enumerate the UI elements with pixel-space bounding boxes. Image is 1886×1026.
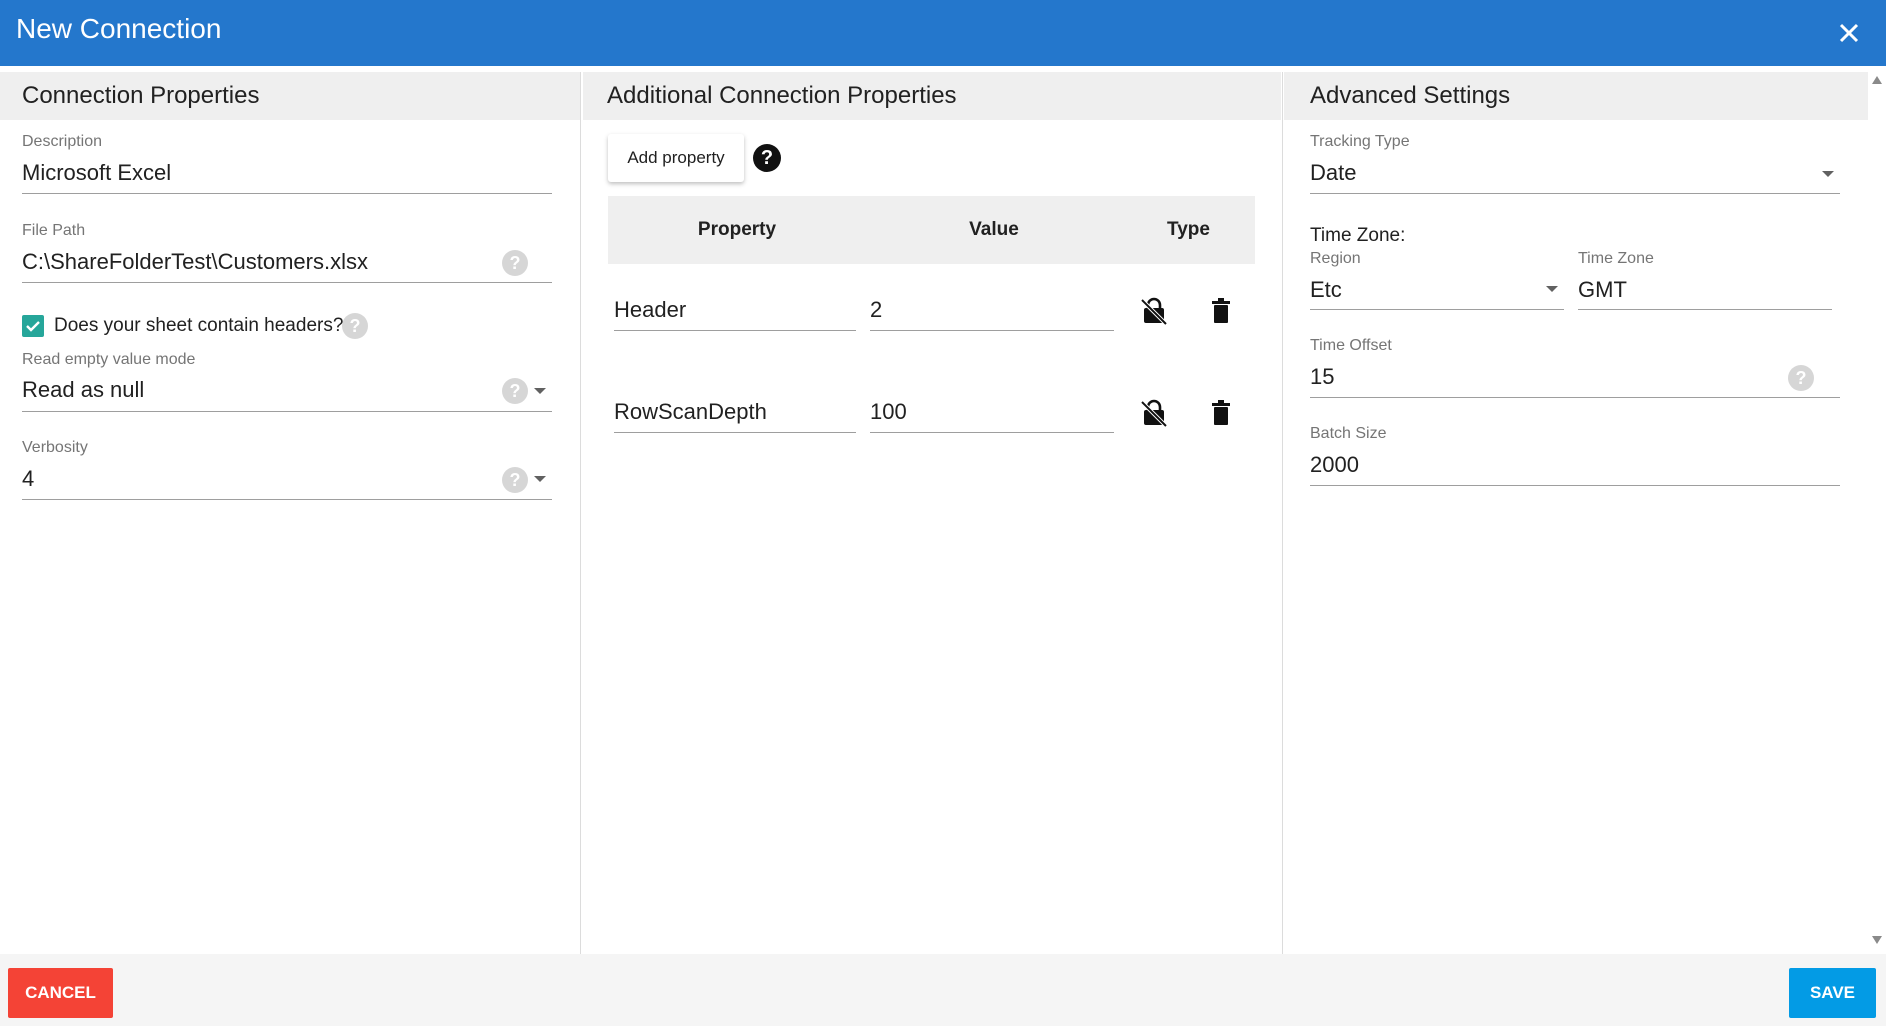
add-property-help-icon[interactable]: ? — [753, 144, 781, 172]
file-path-underline — [22, 282, 552, 283]
panel-divider — [580, 72, 581, 954]
file-path-input[interactable]: C:\ShareFolderTest\Customers.xlsx — [22, 248, 368, 276]
batch-size-underline — [1310, 485, 1840, 486]
property-name-input[interactable]: RowScanDepth — [614, 398, 767, 426]
column-header-type: Type — [1167, 219, 1210, 240]
property-value-underline — [870, 432, 1114, 433]
dialog-title: New Connection — [16, 13, 222, 44]
headers-checkbox[interactable] — [22, 315, 44, 337]
chevron-down-icon[interactable] — [1822, 171, 1834, 177]
property-value-underline — [870, 330, 1114, 331]
scroll-down-icon[interactable] — [1872, 936, 1882, 944]
lock-open-icon[interactable] — [1139, 296, 1169, 326]
save-button[interactable]: SAVE — [1789, 968, 1876, 1018]
file-path-help-icon[interactable]: ? — [502, 250, 528, 276]
file-path-label: File Path — [22, 222, 86, 239]
properties-table-header: Property Value Type — [608, 196, 1255, 264]
headers-help-icon[interactable]: ? — [342, 313, 368, 339]
time-zone-label: Time Zone — [1578, 250, 1654, 267]
read-empty-mode-help-icon[interactable]: ? — [502, 378, 528, 404]
verbosity-help-icon[interactable]: ? — [502, 467, 528, 493]
read-empty-mode-underline — [22, 411, 552, 412]
dialog-footer — [0, 954, 1886, 1026]
lock-open-icon[interactable] — [1139, 398, 1169, 428]
verbosity-label: Verbosity — [22, 439, 88, 456]
property-value-input[interactable]: 2 — [870, 296, 882, 324]
verbosity-select[interactable]: 4 — [22, 465, 34, 493]
description-underline — [22, 193, 552, 194]
region-label: Region — [1310, 250, 1361, 267]
vertical-scrollbar[interactable] — [1868, 70, 1886, 954]
check-icon — [26, 321, 40, 332]
time-zone-input[interactable]: GMT — [1578, 276, 1627, 304]
batch-size-label: Batch Size — [1310, 425, 1387, 442]
property-name-input[interactable]: Header — [614, 296, 686, 324]
chevron-down-icon[interactable] — [534, 388, 546, 394]
read-empty-mode-label: Read empty value mode — [22, 351, 196, 368]
tracking-type-underline — [1310, 193, 1840, 194]
dialog-header: New Connection — [0, 0, 1886, 66]
chevron-down-icon[interactable] — [1546, 286, 1558, 292]
property-name-underline — [614, 432, 856, 433]
chevron-down-icon[interactable] — [534, 476, 546, 482]
time-offset-underline — [1310, 397, 1840, 398]
panel-heading-additional-properties: Additional Connection Properties — [583, 72, 1281, 120]
add-property-button[interactable]: Add property — [608, 134, 744, 182]
tracking-type-label: Tracking Type — [1310, 133, 1410, 150]
time-zone-heading: Time Zone: — [1310, 225, 1406, 246]
trash-icon[interactable] — [1206, 296, 1236, 326]
trash-icon[interactable] — [1206, 398, 1236, 428]
panel-divider — [1282, 72, 1283, 954]
read-empty-mode-select[interactable]: Read as null — [22, 376, 144, 404]
verbosity-underline — [22, 499, 552, 500]
time-offset-input[interactable]: 15 — [1310, 363, 1334, 391]
time-zone-underline — [1578, 309, 1832, 310]
description-label: Description — [22, 133, 103, 150]
panel-heading-advanced-settings: Advanced Settings — [1284, 72, 1868, 120]
property-name-underline — [614, 330, 856, 331]
panel-heading-connection-properties: Connection Properties — [0, 72, 580, 120]
region-underline — [1310, 309, 1564, 310]
column-header-value: Value — [969, 219, 1019, 240]
close-icon[interactable] — [1832, 16, 1866, 50]
description-input[interactable]: Microsoft Excel — [22, 159, 171, 187]
property-value-input[interactable]: 100 — [870, 398, 907, 426]
time-offset-label: Time Offset — [1310, 337, 1392, 354]
cancel-button[interactable]: CANCEL — [8, 968, 113, 1018]
column-header-property: Property — [697, 219, 777, 240]
headers-checkbox-label: Does your sheet contain headers? — [54, 315, 344, 336]
region-select[interactable]: Etc — [1310, 276, 1342, 304]
time-offset-help-icon[interactable]: ? — [1788, 365, 1814, 391]
batch-size-input[interactable]: 2000 — [1310, 451, 1359, 479]
tracking-type-select[interactable]: Date — [1310, 159, 1356, 187]
scroll-up-icon[interactable] — [1872, 76, 1882, 84]
